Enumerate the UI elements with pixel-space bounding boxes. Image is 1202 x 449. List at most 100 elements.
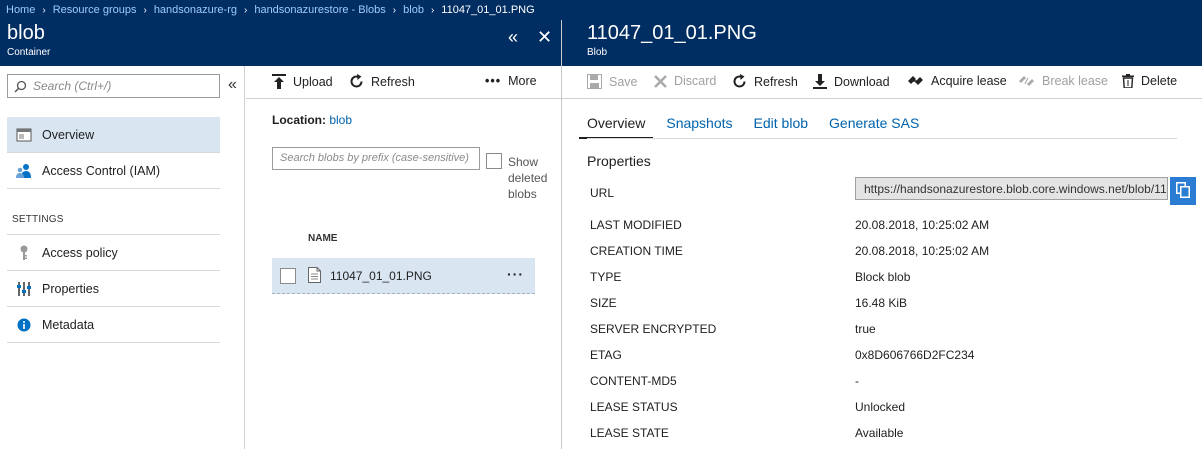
- property-key: CREATION TIME: [590, 244, 683, 258]
- blob-refresh-button[interactable]: Refresh: [732, 74, 798, 89]
- menu-item-label: Access policy: [42, 245, 118, 260]
- more-button[interactable]: ••• More: [485, 74, 537, 88]
- row-checkbox[interactable]: [280, 268, 296, 284]
- property-key: TYPE: [590, 270, 622, 284]
- breadcrumb-storage-blobs[interactable]: handsonazurestore - Blobs: [254, 4, 385, 16]
- show-deleted-label: Show deleted blobs: [508, 155, 548, 201]
- refresh-button[interactable]: Refresh: [349, 74, 415, 89]
- save-icon: [587, 74, 602, 89]
- url-field[interactable]: https://handsonazurestore.blob.core.wind…: [855, 177, 1168, 200]
- save-button[interactable]: Save: [587, 74, 638, 89]
- property-value: Unlocked: [855, 400, 906, 414]
- blob-toolbar: Save Discard Refresh Download Acquire le…: [562, 66, 1202, 99]
- property-value: -: [855, 374, 859, 388]
- blob-refresh-label: Refresh: [754, 74, 798, 89]
- menu-item-label: Overview: [42, 127, 95, 142]
- tab-generate-sas[interactable]: Generate SAS: [829, 115, 919, 139]
- menu-item-label: Access Control (IAM): [42, 163, 161, 178]
- menu-search-input[interactable]: Search (Ctrl+/): [7, 74, 220, 98]
- break-lease-button[interactable]: Break lease: [1018, 74, 1108, 88]
- blob-prefix-search-input[interactable]: Search blobs by prefix (case-sensitive): [272, 147, 480, 170]
- container-blade-header: blob Container « ✕: [0, 20, 561, 66]
- resource-menu: Search (Ctrl+/) « Overview Access Contro…: [0, 66, 245, 449]
- menu-item-overview[interactable]: Overview: [7, 117, 220, 153]
- lease-icon: [907, 75, 924, 87]
- close-icon: [654, 74, 667, 88]
- table-row[interactable]: 11047_01_01.PNG ···: [272, 258, 535, 294]
- name-column-header[interactable]: NAME: [308, 233, 337, 244]
- blob-blade-header: 11047_01_01.PNG Blob: [562, 20, 1202, 66]
- tab-snapshots[interactable]: Snapshots: [666, 115, 732, 139]
- property-key-url: URL: [590, 186, 615, 200]
- property-key: LEASE STATUS: [590, 400, 678, 414]
- breadcrumb-separator: ›: [392, 4, 397, 16]
- url-value: https://handsonazurestore.blob.core.wind…: [864, 182, 1167, 196]
- property-key: CONTENT-MD5: [590, 374, 677, 388]
- more-icon: •••: [485, 74, 502, 88]
- file-icon: [308, 267, 321, 286]
- breadcrumb-home[interactable]: Home: [6, 4, 35, 16]
- copy-icon: [1176, 181, 1190, 201]
- minimize-blade-button[interactable]: «: [508, 28, 518, 46]
- property-key: SIZE: [590, 296, 617, 310]
- key-icon: [15, 244, 33, 262]
- delete-button[interactable]: Delete: [1122, 74, 1177, 88]
- upload-label: Upload: [293, 74, 333, 89]
- location-link[interactable]: blob: [329, 113, 352, 127]
- upload-button[interactable]: Upload: [272, 74, 333, 89]
- blob-blade-title: 11047_01_01.PNG: [587, 22, 757, 44]
- discard-label: Discard: [674, 74, 717, 88]
- search-icon: [14, 80, 27, 93]
- breadcrumb-blob: 11047_01_01.PNG: [441, 4, 535, 16]
- tab-overview[interactable]: Overview: [579, 115, 654, 139]
- breadcrumb-separator: ›: [42, 4, 46, 16]
- show-deleted-checkbox[interactable]: [486, 153, 502, 169]
- trash-icon: [1122, 74, 1134, 88]
- property-value: true: [855, 322, 876, 336]
- container-toolbar: Upload Refresh ••• More: [246, 66, 561, 99]
- property-value: 16.48 KiB: [855, 296, 908, 310]
- container-blade-title: blob: [7, 22, 45, 44]
- property-key: ETAG: [590, 348, 622, 362]
- menu-item-label: Metadata: [42, 317, 95, 332]
- menu-item-access-policy[interactable]: Access policy: [7, 235, 220, 271]
- download-button[interactable]: Download: [813, 74, 890, 89]
- blob-tabs: Overview Snapshots Edit blob Generate SA…: [579, 115, 940, 139]
- breadcrumb: Home › Resource groups › handsonazure-rg…: [0, 0, 1202, 20]
- location: Location: blob: [272, 113, 352, 127]
- row-context-menu-button[interactable]: ···: [507, 266, 524, 282]
- download-label: Download: [834, 74, 890, 89]
- collapse-menu-button[interactable]: «: [228, 76, 237, 94]
- property-value: 0x8D606766D2FC234: [855, 348, 975, 362]
- break-lease-label: Break lease: [1042, 74, 1109, 88]
- break-lease-icon: [1018, 75, 1035, 87]
- delete-label: Delete: [1141, 74, 1178, 88]
- menu-item-metadata[interactable]: Metadata: [7, 307, 220, 343]
- container-blade-subtitle: Container: [7, 47, 51, 58]
- property-value: 20.08.2018, 10:25:02 AM: [855, 244, 990, 258]
- refresh-label: Refresh: [371, 74, 415, 89]
- property-value: Available: [855, 426, 904, 440]
- menu-search-placeholder: Search (Ctrl+/): [33, 79, 112, 93]
- property-value: Block blob: [855, 270, 911, 284]
- refresh-icon: [349, 74, 364, 89]
- breadcrumb-separator: ›: [430, 4, 435, 16]
- acquire-lease-button[interactable]: Acquire lease: [907, 74, 1007, 88]
- discard-button[interactable]: Discard: [654, 74, 716, 88]
- breadcrumb-resource-group[interactable]: handsonazure-rg: [154, 4, 237, 16]
- tab-edit-blob[interactable]: Edit blob: [754, 115, 808, 139]
- property-key: LEASE STATE: [590, 426, 669, 440]
- breadcrumb-resource-groups[interactable]: Resource groups: [53, 4, 137, 16]
- menu-item-properties[interactable]: Properties: [7, 271, 220, 307]
- more-label: More: [508, 74, 537, 88]
- property-key: LAST MODIFIED: [590, 218, 682, 232]
- menu-item-label: Properties: [42, 281, 99, 296]
- copy-url-button[interactable]: [1170, 177, 1196, 205]
- property-key: SERVER ENCRYPTED: [590, 322, 717, 336]
- close-blade-button[interactable]: ✕: [537, 28, 552, 46]
- menu-item-access-control[interactable]: Access Control (IAM): [7, 153, 220, 189]
- properties-icon: [15, 280, 33, 298]
- tabs-underline: [587, 138, 1177, 139]
- breadcrumb-container[interactable]: blob: [403, 4, 424, 16]
- blob-name: 11047_01_01.PNG: [330, 269, 432, 283]
